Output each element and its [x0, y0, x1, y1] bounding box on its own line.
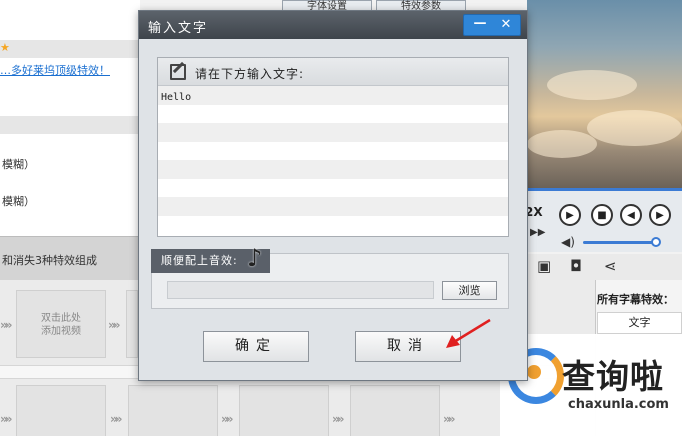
flow-arrow-icon: »»: [443, 412, 455, 426]
text-entry-value[interactable]: Hello: [161, 92, 191, 103]
subtitle-effects-title: 所有字幕特效：: [597, 293, 674, 306]
window-buttons: — ✕: [463, 14, 521, 36]
dialog-title: 输入文字: [148, 21, 209, 36]
close-icon[interactable]: ✕: [494, 15, 518, 35]
video-slot[interactable]: [126, 290, 138, 358]
video-slot[interactable]: [128, 385, 218, 436]
minimize-icon[interactable]: —: [468, 15, 492, 35]
save-icon[interactable]: ▣: [537, 257, 551, 275]
music-note-icon: ♪: [247, 244, 263, 272]
pointer-arrow-icon: [446, 318, 491, 348]
logo-url: chaxunla.com: [568, 397, 669, 412]
play-icon[interactable]: ▶: [559, 204, 581, 226]
flow-arrow-icon: »»: [108, 318, 120, 332]
column-header-text[interactable]: 文字: [597, 312, 682, 334]
browse-button[interactable]: 浏览: [442, 281, 497, 300]
text-entry-panel: 请在下方输入文字: Hello: [157, 57, 509, 237]
video-preview: [527, 0, 682, 188]
logo-dot: [527, 365, 541, 379]
video-slot-label: 双击此处 添加视频: [41, 313, 81, 337]
dialog-titlebar[interactable]: 输入文字 — ✕: [139, 11, 527, 39]
flow-arrow-icon: »»: [332, 412, 344, 426]
star-icon: ★: [0, 41, 10, 54]
volume-slider[interactable]: [583, 241, 655, 244]
prev-icon[interactable]: ◀: [620, 204, 642, 226]
input-text-dialog: 输入文字 — ✕ 请在下方输入文字: Hello 顺便配上音效: ♪ 浏览 确定…: [138, 10, 528, 381]
video-slot[interactable]: [239, 385, 329, 436]
list-row-bg: [0, 116, 140, 134]
video-slot[interactable]: [16, 385, 106, 436]
edit-icon: [170, 64, 186, 80]
strip-description: 和消失3种特效组成: [2, 254, 97, 267]
text-entry-area[interactable]: [158, 86, 508, 234]
audio-path-input[interactable]: [167, 281, 434, 299]
volume-slider-handle[interactable]: [651, 237, 661, 247]
effect-item-label[interactable]: 模糊）: [2, 156, 35, 172]
flow-arrow-icon: »»: [110, 412, 122, 426]
list-row-bg: [0, 40, 140, 58]
help-icon[interactable]: ◘: [570, 257, 582, 275]
flow-arrow-icon: »»: [0, 412, 12, 426]
flow-arrow-icon: »»: [221, 412, 233, 426]
effect-item-label[interactable]: 模糊）: [2, 193, 35, 209]
text-entry-prompt: 请在下方输入文字:: [195, 67, 305, 81]
video-slot[interactable]: [350, 385, 440, 436]
flow-arrow-icon: »»: [0, 318, 12, 332]
stop-icon[interactable]: ■: [591, 204, 613, 226]
volume-icon[interactable]: ◀): [561, 235, 575, 249]
ok-button[interactable]: 确定: [203, 331, 309, 362]
share-icon[interactable]: ⋖: [604, 257, 617, 275]
promo-link[interactable]: …多好莱坞顶级特效！: [0, 62, 110, 78]
logo-name: 查询啦: [562, 357, 664, 396]
text-entry-header: 请在下方输入文字:: [158, 58, 508, 86]
fast-forward-icon[interactable]: ▶▶: [530, 227, 545, 238]
next-icon[interactable]: ▶: [649, 204, 671, 226]
